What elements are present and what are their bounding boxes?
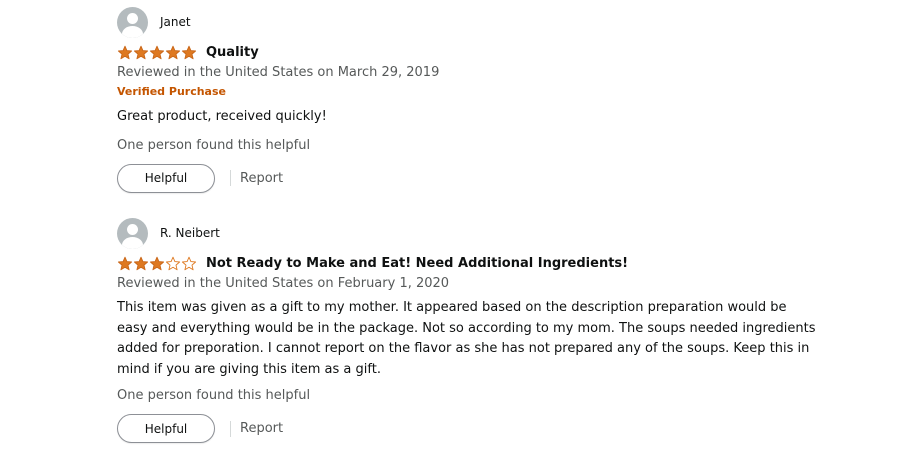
- review-title[interactable]: Quality: [206, 45, 259, 60]
- star-rating[interactable]: [117, 45, 197, 60]
- review-date: Reviewed in the United States on Februar…: [117, 276, 450, 291]
- report-link[interactable]: Report: [240, 421, 283, 436]
- helpful-button[interactable]: Helpful: [117, 163, 215, 193]
- star-filled-icon: [117, 256, 133, 271]
- star-empty-icon: [181, 256, 197, 271]
- review-date: Reviewed in the United States on March 2…: [117, 65, 440, 80]
- star-filled-icon: [117, 45, 133, 60]
- star-filled-icon: [133, 256, 149, 271]
- divider: [230, 170, 231, 186]
- review-item: R. Neibert Not Ready to Make and Eat! Ne…: [117, 217, 817, 443]
- review-body: This item was given as a gift to my moth…: [117, 300, 816, 377]
- verified-purchase-badge: Verified Purchase: [117, 85, 226, 98]
- helpful-button[interactable]: Helpful: [117, 414, 215, 443]
- review-title[interactable]: Not Ready to Make and Eat! Need Addition…: [206, 256, 628, 271]
- helpful-count: One person found this helpful: [117, 137, 311, 153]
- review-profile[interactable]: Janet: [117, 6, 817, 38]
- avatar: [117, 6, 148, 38]
- review-profile[interactable]: R. Neibert: [117, 217, 817, 249]
- star-filled-icon: [181, 45, 197, 60]
- review-body: Great product, received quickly!: [117, 109, 327, 124]
- star-empty-icon: [165, 256, 181, 271]
- report-link[interactable]: Report: [240, 171, 283, 186]
- star-filled-icon: [149, 256, 165, 271]
- star-rating[interactable]: [117, 256, 197, 271]
- divider: [230, 420, 231, 437]
- star-filled-icon: [165, 45, 181, 60]
- star-filled-icon: [149, 45, 165, 60]
- reviews-page: Janet Quality Reviewed in the United Sta…: [0, 0, 903, 452]
- profile-name[interactable]: R. Neibert: [160, 226, 220, 240]
- helpful-count: One person found this helpful: [117, 388, 311, 403]
- star-filled-icon: [133, 45, 149, 60]
- review-item: Janet Quality Reviewed in the United Sta…: [117, 6, 817, 193]
- avatar: [117, 217, 148, 249]
- profile-name[interactable]: Janet: [160, 15, 191, 29]
